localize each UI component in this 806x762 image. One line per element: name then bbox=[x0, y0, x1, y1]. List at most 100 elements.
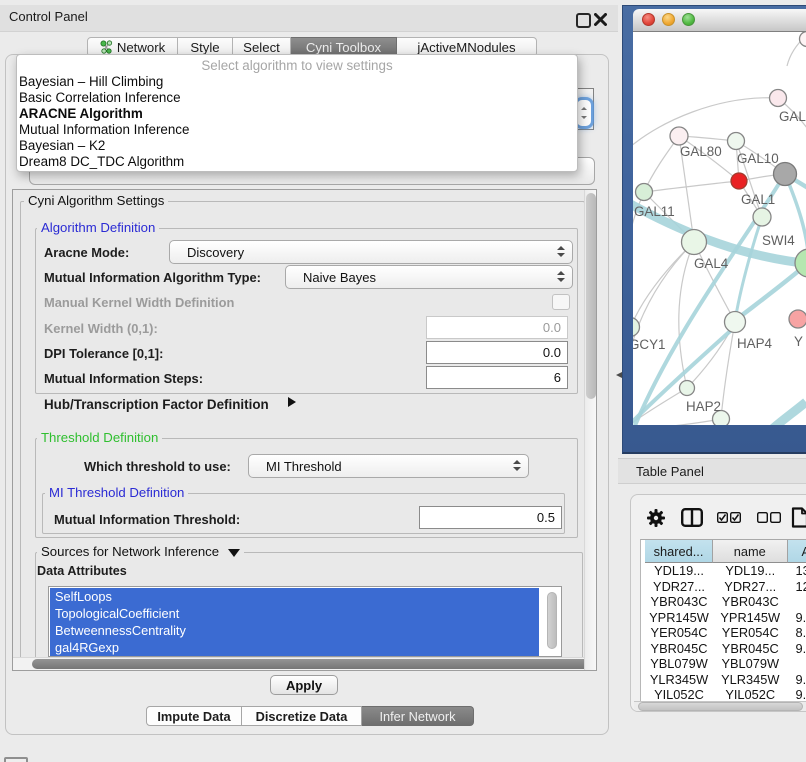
control-panel-titlebar bbox=[0, 5, 618, 32]
network-node-hap2[interactable] bbox=[680, 381, 695, 396]
algorithm-dropdown-popup: Select algorithm to view settings Bayesi… bbox=[16, 54, 578, 172]
tab-label: Impute Data bbox=[157, 709, 230, 724]
aracne-mode-combo[interactable]: Discovery bbox=[169, 240, 573, 264]
table-hscrollbar-thumb[interactable] bbox=[638, 702, 803, 711]
float-window-icon[interactable] bbox=[576, 13, 591, 28]
network-view-canvas[interactable]: GAL2GAL80GAL10GAL1GAL11SWI4GAL4YHAP4GCY1… bbox=[633, 32, 806, 425]
tab-label: Network bbox=[117, 40, 165, 55]
node-table: shared... name Av... YDL19...YDL19...13.… bbox=[640, 539, 806, 701]
network-node-gcy1[interactable] bbox=[633, 318, 640, 337]
mi-steps-field[interactable]: 6 bbox=[426, 366, 568, 389]
close-icon[interactable] bbox=[594, 13, 607, 26]
kernel-width-field[interactable]: 0.0 bbox=[426, 316, 568, 339]
cell-value: 9. bbox=[788, 641, 806, 657]
cell-name: YDR27... bbox=[713, 579, 788, 595]
threshold-definition-title: Threshold Definition bbox=[37, 431, 162, 445]
dpi-tolerance-label: DPI Tolerance [0,1]: bbox=[44, 346, 163, 361]
hub-expand-arrow-icon[interactable] bbox=[288, 397, 296, 407]
table-row[interactable]: YLR345WYLR345W9. bbox=[641, 672, 806, 688]
apply-button[interactable]: Apply bbox=[270, 675, 338, 695]
dropdown-item-5[interactable]: Bayesian – K2 bbox=[19, 138, 105, 154]
attribute-list-scrollbar-thumb[interactable] bbox=[547, 592, 557, 649]
split-pane-icon[interactable] bbox=[681, 508, 703, 527]
sources-title: Sources for Network Inference bbox=[41, 544, 219, 559]
settings-vscrollbar-thumb[interactable] bbox=[586, 193, 596, 399]
bottom-tab-discretize-data[interactable]: Discretize Data bbox=[242, 706, 362, 726]
network-node-gal11[interactable] bbox=[636, 184, 653, 201]
network-window-titlebar[interactable] bbox=[633, 9, 806, 32]
manual-kernel-width-checkbox[interactable] bbox=[552, 294, 570, 310]
table-row[interactable]: YER054CYER054C8. bbox=[641, 625, 806, 641]
sources-title-wrap[interactable]: Sources for Network Inference bbox=[37, 545, 244, 559]
attribute-item[interactable]: SelfLoops bbox=[50, 588, 539, 605]
minimize-traffic-light[interactable] bbox=[662, 13, 675, 26]
docked-panel-icon[interactable] bbox=[4, 757, 28, 762]
node-label-swi4: SWI4 bbox=[762, 233, 795, 248]
unchecked-pair-icon[interactable] bbox=[757, 512, 781, 523]
cell-shared-name: YBR043C bbox=[645, 594, 713, 610]
dropdown-item-4[interactable]: Mutual Information Inference bbox=[19, 122, 189, 138]
table-row[interactable]: YDL19...YDL19...13. bbox=[641, 563, 806, 579]
data-attributes-list[interactable]: SelfLoopsTopologicalCoefficientBetweenne… bbox=[48, 586, 562, 657]
table-row[interactable]: YBR043CYBR043C bbox=[641, 594, 806, 610]
table-row[interactable]: YIL052CYIL052C9. bbox=[641, 687, 806, 699]
attribute-item[interactable]: gal4RGexp bbox=[50, 639, 539, 656]
network-node-gal4[interactable] bbox=[682, 230, 707, 255]
page-icon[interactable] bbox=[791, 507, 806, 528]
close-traffic-light[interactable] bbox=[642, 13, 655, 26]
node-label-gal11: GAL11 bbox=[634, 204, 675, 219]
dropdown-item-1[interactable]: Bayesian – Hill Climbing bbox=[19, 74, 163, 90]
cell-shared-name: YBR045C bbox=[645, 641, 713, 657]
column-header-shared-name[interactable]: shared... bbox=[645, 540, 713, 563]
table-row[interactable]: YBL079WYBL079W bbox=[641, 656, 806, 672]
cyni-algorithm-settings-title: Cyni Algorithm Settings bbox=[24, 194, 168, 208]
manual-kernel-width-label: Manual Kernel Width Definition bbox=[44, 295, 234, 310]
network-edge bbox=[644, 136, 679, 192]
cell-name: YER054C bbox=[713, 625, 788, 641]
bottom-tab-infer-network[interactable]: Infer Network bbox=[362, 706, 474, 726]
network-node-gal10[interactable] bbox=[728, 133, 745, 150]
cell-value: 8. bbox=[788, 625, 806, 641]
kernel-width-label: Kernel Width (0,1): bbox=[44, 321, 158, 336]
table-row[interactable]: YDR27...YDR27...12. bbox=[641, 579, 806, 595]
combo-arrows-icon bbox=[557, 246, 565, 258]
mi-threshold-field[interactable]: 0.5 bbox=[419, 506, 562, 529]
control-panel-title: Control Panel bbox=[9, 9, 88, 24]
hub-definition-label[interactable]: Hub/Transcription Factor Definition bbox=[44, 397, 269, 412]
table-panel-title: Table Panel bbox=[636, 464, 704, 479]
combo-up-arrow-icon bbox=[581, 107, 587, 113]
zoom-traffic-light[interactable] bbox=[682, 13, 695, 26]
attribute-item[interactable]: BetweennessCentrality bbox=[50, 622, 539, 639]
settings-hscrollbar-thumb[interactable] bbox=[32, 659, 593, 669]
column-header-partial[interactable]: Av... bbox=[788, 540, 806, 563]
gear-icon[interactable] bbox=[646, 508, 666, 528]
dropdown-item-6[interactable]: Dream8 DC_TDC Algorithm bbox=[19, 154, 184, 170]
dropdown-item-3[interactable]: ARACNE Algorithm bbox=[19, 106, 143, 122]
network-node-y[interactable] bbox=[789, 310, 806, 328]
network-node-swi4[interactable] bbox=[753, 208, 771, 226]
cell-name: YBL079W bbox=[713, 656, 788, 672]
dropdown-item-2[interactable]: Basic Correlation Inference bbox=[19, 90, 181, 106]
table-row[interactable]: YPR145WYPR145W9. bbox=[641, 610, 806, 626]
cell-shared-name: YBL079W bbox=[645, 656, 713, 672]
checked-pair-icon[interactable] bbox=[717, 512, 741, 523]
which-threshold-combo[interactable]: MI Threshold bbox=[248, 454, 529, 478]
application-window: Control Panel Cyni Algorithm Settings Al… bbox=[0, 0, 806, 762]
table-row[interactable]: YBR045CYBR045C9. bbox=[641, 641, 806, 657]
sources-collapse-arrow-icon[interactable] bbox=[228, 549, 240, 557]
network-node[interactable] bbox=[800, 32, 806, 47]
cell-name: YBR045C bbox=[713, 641, 788, 657]
column-header-name[interactable]: name bbox=[713, 540, 788, 563]
network-node-gal1[interactable] bbox=[731, 173, 747, 189]
cell-shared-name: YLR345W bbox=[645, 672, 713, 688]
network-node-hap4[interactable] bbox=[725, 312, 746, 333]
mi-algorithm-type-combo[interactable]: Naive Bayes bbox=[285, 265, 573, 289]
cell-value: 9. bbox=[788, 687, 806, 699]
network-node-gal80[interactable] bbox=[670, 127, 688, 145]
which-threshold-label: Which threshold to use: bbox=[84, 459, 231, 474]
bottom-tab-impute-data[interactable]: Impute Data bbox=[146, 706, 242, 726]
algorithm-combo-arrow-button[interactable] bbox=[577, 100, 591, 126]
attribute-item[interactable]: TopologicalCoefficient bbox=[50, 605, 539, 622]
dpi-tolerance-field[interactable]: 0.0 bbox=[426, 341, 568, 364]
network-node-gal2[interactable] bbox=[770, 90, 787, 107]
